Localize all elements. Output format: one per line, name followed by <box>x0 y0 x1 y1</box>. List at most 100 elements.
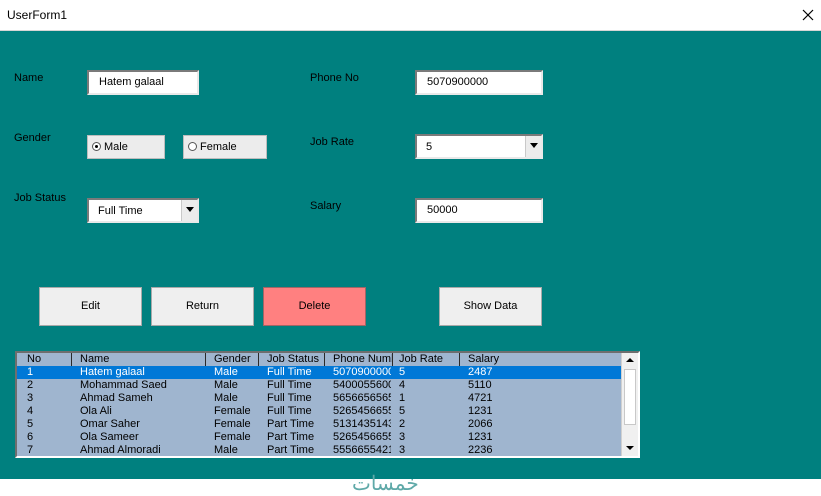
table-cell: 5556655421 <box>333 444 391 456</box>
job-rate-dropdown-button[interactable] <box>525 136 541 157</box>
chevron-down-icon <box>530 143 538 148</box>
table-cell: Male <box>214 444 238 456</box>
radio-unchecked-icon <box>188 142 197 151</box>
gender-label: Gender <box>14 132 51 144</box>
table-cell: 3 <box>399 431 406 443</box>
table-row[interactable]: 6 Ola Sameer Female Part Time 5265456655 3 123… <box>17 431 623 444</box>
table-row[interactable]: 2 Mohammad Saed Male Full Time 5400055600 4 51… <box>17 379 623 392</box>
vertical-scrollbar[interactable] <box>621 353 638 456</box>
list-header: No Name Gender Job Status Phone Numb Job… <box>17 353 623 366</box>
scroll-up-arrow-icon[interactable] <box>622 353 638 368</box>
table-cell: 4 <box>399 379 406 391</box>
table-cell: Part Time <box>267 431 315 443</box>
name-field[interactable]: Hatem galaal <box>87 70 199 95</box>
table-cell: 7 <box>27 444 34 456</box>
table-cell: 3 <box>399 444 406 456</box>
window-title: UserForm1 <box>7 8 68 22</box>
table-cell: Omar Saher <box>80 418 140 430</box>
table-row[interactable]: 4 Ola Ali Female Full Time 5265456655 5 1231 <box>17 405 623 418</box>
table-cell: 5656656565 <box>333 392 391 404</box>
delete-button[interactable]: Delete <box>263 287 366 326</box>
table-cell: 1231 <box>468 405 493 417</box>
column-header: Job Status <box>259 353 325 366</box>
table-cell: Female <box>214 405 251 417</box>
column-header: Name <box>72 353 206 366</box>
job-status-label: Job Status <box>14 192 66 204</box>
table-cell: Male <box>214 366 238 378</box>
name-label: Name <box>14 72 44 84</box>
column-header: Salary <box>468 353 500 365</box>
table-cell: 5110 <box>468 379 492 391</box>
table-cell: 2487 <box>468 366 493 378</box>
table-cell: 5265456655 <box>333 431 391 443</box>
table-cell: 6 <box>27 431 34 443</box>
table-cell: Part Time <box>267 418 315 430</box>
table-cell: 5265456655 <box>333 405 391 417</box>
table-cell: Ola Sameer <box>80 431 139 443</box>
table-cell: Ahmad Almoradi <box>80 444 161 456</box>
table-row[interactable]: 7 Ahmad Almoradi Male Part Time 5556655421 3 2… <box>17 444 623 456</box>
table-cell: Part Time <box>267 444 315 456</box>
table-cell: 5070900000 <box>333 366 391 378</box>
table-cell: 1231 <box>468 431 493 443</box>
close-icon[interactable] <box>796 3 820 27</box>
watermark-logo: خمسات <box>352 473 419 495</box>
table-cell: 5 <box>27 418 34 430</box>
table-cell: Full Time <box>267 392 312 404</box>
table-cell: Female <box>214 418 251 430</box>
salary-label: Salary <box>310 200 342 212</box>
gender-female-label: Female <box>200 141 237 153</box>
table-cell: Full Time <box>267 405 312 417</box>
job-rate-label: Job Rate <box>310 136 355 148</box>
job-rate-value: 5 <box>426 141 433 153</box>
table-cell: 2236 <box>468 444 493 456</box>
table-cell: 2 <box>27 379 34 391</box>
employee-list[interactable]: No Name Gender Job Status Phone Numb Job… <box>15 351 640 458</box>
phone-label: Phone No <box>310 72 359 84</box>
table-cell: Male <box>214 392 238 404</box>
column-header: Gender <box>206 353 259 366</box>
return-button[interactable]: Return <box>151 287 254 326</box>
table-cell: 5400055600 <box>333 379 391 391</box>
column-header: Phone Numb <box>325 353 393 366</box>
table-cell: 5 <box>399 366 406 378</box>
table-cell: 4 <box>27 405 34 417</box>
job-rate-select[interactable]: 5 <box>415 134 543 159</box>
gender-male-radio[interactable]: Male <box>87 135 165 159</box>
table-cell: 2 <box>399 418 406 430</box>
table-cell: 5131435143 <box>333 418 391 430</box>
table-cell: 3 <box>27 392 34 404</box>
column-header: Job Rate <box>393 353 460 366</box>
table-cell: 1 <box>399 392 406 404</box>
table-cell: Ola Ali <box>80 405 112 417</box>
job-status-value: Full Time <box>98 205 143 217</box>
table-cell: 4721 <box>468 392 493 404</box>
gender-male-label: Male <box>104 141 128 153</box>
job-status-dropdown-button[interactable] <box>181 200 197 221</box>
title-bar: UserForm1 <box>0 0 821 31</box>
job-status-select[interactable]: Full Time <box>87 198 199 223</box>
table-cell: Hatem galaal <box>80 366 145 378</box>
scrollbar-thumb[interactable] <box>624 369 636 425</box>
phone-field[interactable]: 5070900000 <box>415 70 543 95</box>
show-data-button[interactable]: Show Data <box>439 287 542 326</box>
salary-field[interactable]: 50000 <box>415 198 543 223</box>
table-cell: 5 <box>399 405 406 417</box>
table-cell: Male <box>214 379 238 391</box>
table-cell: Female <box>214 431 251 443</box>
table-row[interactable]: 1 Hatem galaal Male Full Time 5070900000 5 248… <box>17 366 623 379</box>
table-cell: Ahmad Sameh <box>80 392 153 404</box>
table-cell: 2066 <box>468 418 493 430</box>
radio-checked-icon <box>92 142 101 151</box>
table-cell: Full Time <box>267 379 312 391</box>
table-row[interactable]: 5 Omar Saher Female Part Time 5131435143 2 206… <box>17 418 623 431</box>
user-form: Name Gender Job Status Hatem galaal Male… <box>0 31 821 495</box>
table-row[interactable]: 3 Ahmad Sameh Male Full Time 5656656565 1 4721 <box>17 392 623 405</box>
column-header: No <box>17 353 72 366</box>
scroll-down-arrow-icon[interactable] <box>622 441 638 456</box>
edit-button[interactable]: Edit <box>39 287 142 326</box>
gender-female-radio[interactable]: Female <box>183 135 267 159</box>
table-cell: 1 <box>27 366 34 378</box>
table-cell: Full Time <box>267 366 312 378</box>
chevron-down-icon <box>186 207 194 212</box>
